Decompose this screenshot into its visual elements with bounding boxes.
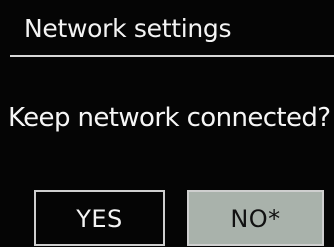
yes-button[interactable]: YES (34, 190, 165, 246)
device-screen: Network settings Keep network connected?… (0, 0, 334, 247)
screen-title: Network settings (24, 14, 232, 43)
no-button[interactable]: NO* (187, 190, 324, 246)
screen-header: Network settings (0, 0, 334, 57)
header-divider (10, 55, 334, 57)
confirmation-prompt: Keep network connected? (8, 103, 331, 133)
